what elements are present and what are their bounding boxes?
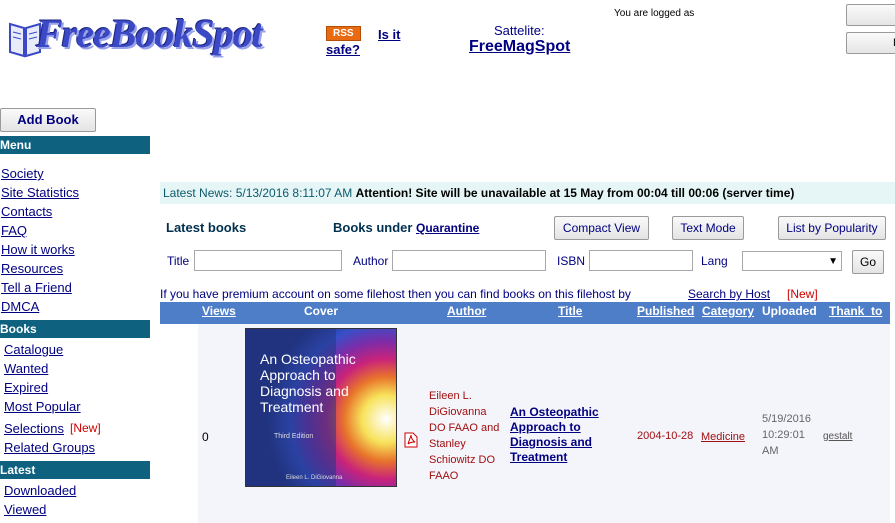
logged-in-text: You are logged as [614, 8, 695, 19]
add-book-button[interactable]: Add Book [0, 108, 96, 132]
title-input[interactable] [194, 250, 342, 271]
search-by-host-new-badge: [New] [787, 287, 818, 301]
list-by-popularity-button[interactable]: List by Popularity [778, 216, 886, 240]
cover-author: Eileen L. DiGiovanna [286, 475, 343, 481]
sidebar-item-resources[interactable]: Resources [1, 261, 63, 276]
cover-title: An Osteopathic Approach to Diagnosis and… [260, 351, 356, 415]
sidebar-item-viewed[interactable]: Viewed [4, 502, 46, 517]
title-label: Title [167, 254, 190, 268]
news-timestamp: Latest News: 5/13/2016 8:11:07 AM [163, 186, 353, 200]
column-title[interactable]: Title [558, 304, 582, 318]
sidebar-item-downloaded[interactable]: Downloaded [4, 483, 76, 498]
sidebar-item-dmca[interactable]: DMCA [1, 299, 39, 314]
author-label: Author [353, 254, 389, 268]
menu-header: Menu [0, 136, 150, 154]
row-author: Eileen L. DiGiovanna DO FAAO and Stanley… [429, 390, 500, 482]
column-views[interactable]: Views [202, 304, 236, 318]
row-thank-to-link[interactable]: gestalt [823, 431, 852, 442]
sidebar-item-wanted[interactable]: Wanted [4, 361, 48, 376]
sidebar-item-selections[interactable]: Selections [4, 421, 64, 436]
sidebar-item-society[interactable]: Society [1, 166, 44, 181]
satellite-label: Sattelite: [494, 23, 545, 38]
author-input[interactable] [392, 250, 546, 271]
selections-new-badge: [New] [70, 421, 101, 435]
search-by-host-link[interactable]: Search by Host [688, 287, 770, 301]
quarantine-label: Books under [333, 220, 413, 235]
go-button[interactable]: Go [852, 250, 884, 274]
sidebar-item-how-it-works[interactable]: How it works [1, 242, 75, 257]
column-author[interactable]: Author [447, 304, 486, 318]
rss-badge[interactable]: RSS [326, 26, 361, 41]
latest-books-heading: Latest books [166, 220, 247, 235]
news-bar: Latest News: 5/13/2016 8:11:07 AM Attent… [160, 182, 895, 204]
column-uploaded: Uploaded [762, 304, 817, 318]
row-title-link[interactable]: An Osteopathic Approach to Diagnosis and… [510, 405, 605, 465]
lang-select[interactable]: ▼ [742, 251, 842, 271]
compact-view-button[interactable]: Compact View [554, 216, 649, 240]
premium-text: If you have premium account on some file… [160, 287, 631, 301]
row-published: 2004-10-28 [637, 430, 694, 442]
satellite-link[interactable]: FreeMagSpot [469, 38, 570, 56]
sidebar-item-catalogue[interactable]: Catalogue [4, 342, 63, 357]
news-message: Attention! Site will be unavailable at 1… [355, 186, 795, 200]
is-it-link[interactable]: Is it [378, 27, 400, 42]
isbn-label: ISBN [557, 254, 586, 268]
pdf-icon[interactable] [404, 432, 418, 448]
dropdown-arrow-icon: ▼ [828, 256, 838, 267]
row-category-link[interactable]: Medicine [701, 431, 745, 443]
books-header: Books [0, 320, 150, 338]
safe-link[interactable]: safe? [326, 42, 360, 57]
text-mode-button[interactable]: Text Mode [672, 216, 744, 240]
sidebar-item-most-popular[interactable]: Most Popular [4, 399, 81, 414]
sidebar-item-expired[interactable]: Expired [4, 380, 48, 395]
book-cover-image[interactable]: An Osteopathic Approach to Diagnosis and… [245, 328, 397, 487]
sidebar-item-contacts[interactable]: Contacts [1, 204, 52, 219]
logo-text: FreeBookSpot [36, 11, 263, 56]
site-logo[interactable]: FreeBookSpot [8, 8, 313, 60]
sidebar-item-related-groups[interactable]: Related Groups [4, 440, 95, 455]
column-published[interactable]: Published [637, 304, 694, 318]
header-button-second[interactable]: R [846, 32, 895, 54]
sidebar-item-tell-a-friend[interactable]: Tell a Friend [1, 280, 72, 295]
row-uploaded: 5/19/2016 10:29:01 AM [762, 413, 811, 457]
isbn-input[interactable] [589, 250, 693, 271]
column-thank-to[interactable]: Thank_to [829, 304, 882, 318]
column-cover: Cover [304, 304, 339, 318]
column-category[interactable]: Category [702, 304, 754, 318]
header-button-top[interactable] [846, 4, 895, 26]
cover-edition: Third Edition [274, 433, 314, 440]
row-views: 0 [202, 430, 209, 444]
sidebar-item-faq[interactable]: FAQ [1, 223, 27, 238]
quarantine-link[interactable]: Quarantine [416, 221, 479, 235]
sidebar-item-site-statistics[interactable]: Site Statistics [1, 185, 79, 200]
lang-label: Lang [701, 254, 728, 268]
latest-header: Latest [0, 461, 150, 479]
